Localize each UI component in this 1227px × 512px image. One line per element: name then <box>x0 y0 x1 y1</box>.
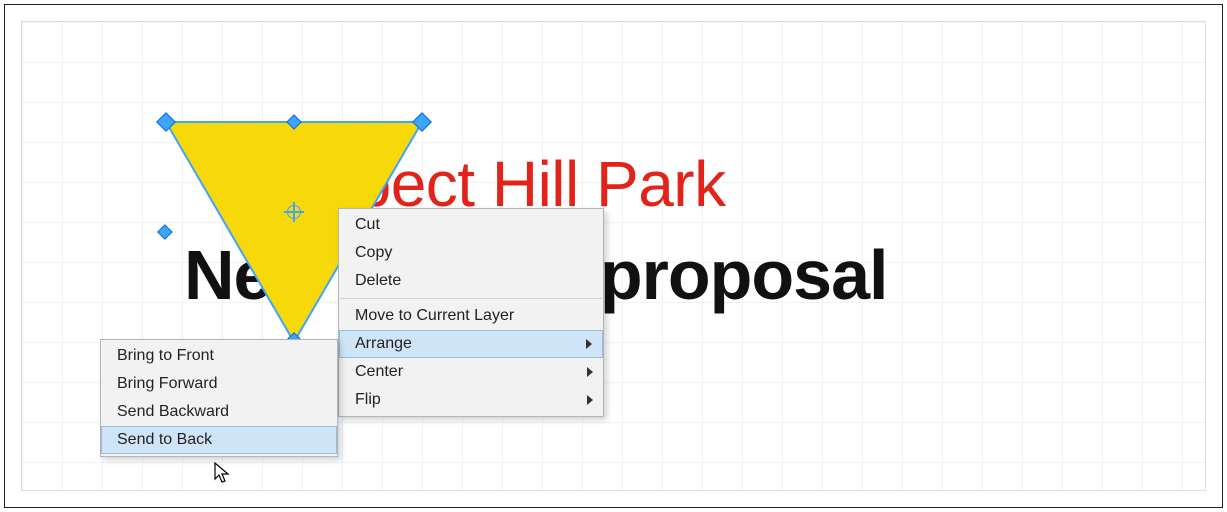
submenu-item-bring-forward[interactable]: Bring Forward <box>101 370 337 398</box>
menu-item-label: Bring to Front <box>117 347 214 364</box>
menu-item-label: Send Backward <box>117 403 229 420</box>
submenu-arrow-icon <box>586 339 592 349</box>
submenu-arrow-icon <box>587 395 593 405</box>
menu-item-label: Move to Current Layer <box>355 307 514 324</box>
submenu-item-send-to-back[interactable]: Send to Back <box>101 426 337 454</box>
submenu-item-send-backward[interactable]: Send Backward <box>101 398 337 426</box>
menu-item-label: Bring Forward <box>117 375 217 392</box>
drawing-canvas[interactable]: Prospect Hill Park New seating proposal … <box>21 21 1206 491</box>
menu-item-label: Copy <box>355 244 392 261</box>
menu-item-cut[interactable]: Cut <box>339 211 603 239</box>
context-menu[interactable]: Cut Copy Delete Move to Current Layer Ar… <box>338 208 604 417</box>
menu-item-label: Arrange <box>355 335 412 352</box>
menu-item-move-to-current-layer[interactable]: Move to Current Layer <box>339 302 603 330</box>
window-frame: Prospect Hill Park New seating proposal … <box>4 4 1223 508</box>
menu-item-label: Cut <box>355 216 380 233</box>
menu-item-label: Center <box>355 363 403 380</box>
menu-item-delete[interactable]: Delete <box>339 267 603 295</box>
mouse-cursor-icon <box>214 462 232 486</box>
submenu-item-bring-to-front[interactable]: Bring to Front <box>101 342 337 370</box>
submenu-arrow-icon <box>587 367 593 377</box>
menu-item-label: Flip <box>355 391 381 408</box>
menu-item-label: Delete <box>355 272 401 289</box>
menu-item-center[interactable]: Center <box>339 358 603 386</box>
menu-item-flip[interactable]: Flip <box>339 386 603 414</box>
menu-item-label: Send to Back <box>117 431 212 448</box>
arrange-submenu[interactable]: Bring to Front Bring Forward Send Backwa… <box>100 339 338 457</box>
menu-item-arrange[interactable]: Arrange <box>339 330 603 358</box>
menu-item-copy[interactable]: Copy <box>339 239 603 267</box>
menu-separator <box>340 298 602 299</box>
